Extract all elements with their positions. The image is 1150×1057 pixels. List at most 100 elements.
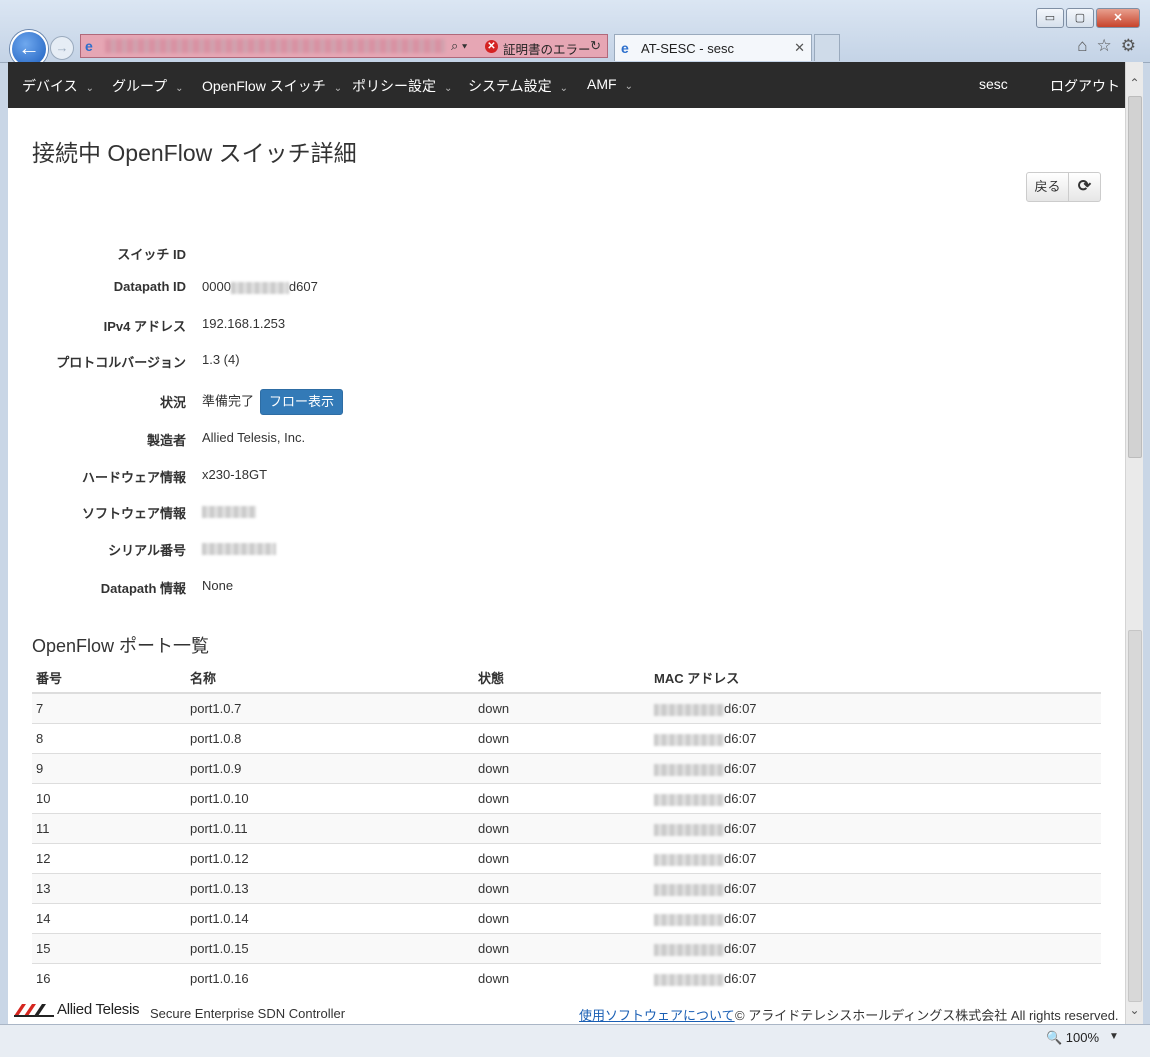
refresh-button[interactable]: ⟳	[1069, 172, 1101, 202]
refresh-icon[interactable]: ↻	[590, 38, 601, 54]
nav-policy[interactable]: ポリシー設定 ⌄	[352, 76, 452, 96]
status-bar: 🔍 100% ▼	[0, 1024, 1150, 1057]
page-content: デバイス ⌄ グループ ⌄ OpenFlow スイッチ ⌄ ポリシー設定 ⌄ システム設…	[8, 62, 1125, 1024]
chevron-down-icon: ⌄	[333, 83, 343, 94]
detail-label: IPv4 アドレス	[103, 319, 186, 334]
maximize-button[interactable]: ▢	[1066, 8, 1094, 28]
col-state[interactable]: 状態	[474, 662, 650, 694]
port-mac: d6:07	[650, 873, 1101, 904]
page-scrollbar[interactable]: ⌃ ⌄	[1125, 62, 1143, 1024]
ie-icon: e	[621, 40, 629, 56]
search-dropdown-icon[interactable]: ⌕ ▾	[451, 38, 467, 54]
mac-suffix: d6:07	[724, 761, 757, 776]
redacted-value	[202, 542, 276, 555]
logo-text: Allied Telesis	[57, 1001, 140, 1018]
nav-label: デバイス	[22, 78, 78, 94]
table-row: 14 port1.0.14 down d6:07	[32, 903, 1101, 934]
detail-value: 1.3 (4)	[202, 352, 240, 367]
mac-suffix: d6:07	[724, 971, 757, 986]
col-name[interactable]: 名称	[186, 662, 474, 694]
port-name: port1.0.10	[186, 783, 474, 814]
chevron-down-icon[interactable]: ▼	[1109, 1031, 1119, 1042]
port-state: down	[474, 783, 650, 814]
redacted-value	[654, 703, 724, 716]
port-mac: d6:07	[650, 813, 1101, 844]
table-row: 10 port1.0.10 down d6:07	[32, 783, 1101, 814]
mac-suffix: d6:07	[724, 791, 757, 806]
redacted-value	[654, 973, 724, 986]
port-name: port1.0.16	[186, 963, 474, 993]
favorites-icon[interactable]: ☆	[1097, 36, 1112, 56]
nav-user[interactable]: sesc	[979, 76, 1008, 92]
forward-button[interactable]: →	[50, 36, 74, 60]
scroll-thumb[interactable]	[1128, 96, 1142, 458]
detail-value: 0000 d607	[202, 279, 318, 294]
port-number: 9	[32, 753, 186, 784]
address-bar[interactable]: e ⌕ ▾ ✕ 証明書のエラー ↻	[80, 34, 608, 58]
new-tab-button[interactable]	[814, 34, 840, 61]
table-row: 12 port1.0.12 down d6:07	[32, 843, 1101, 874]
software-info-link[interactable]: 使用ソフトウェアについて	[579, 1005, 735, 1024]
port-mac: d6:07	[650, 933, 1101, 964]
detail-value	[202, 503, 256, 518]
nav-system[interactable]: システム設定 ⌄	[468, 76, 568, 96]
tab-close-icon[interactable]: ✕	[794, 40, 805, 56]
chevron-down-icon: ⌄	[444, 83, 453, 94]
scroll-up-icon[interactable]: ⌃	[1126, 76, 1143, 93]
port-state: down	[474, 753, 650, 784]
table-row: 16 port1.0.16 down d6:07	[32, 963, 1101, 993]
detail-label: 状況	[159, 395, 186, 410]
home-icon[interactable]: ⌂	[1077, 36, 1087, 56]
nav-openflow-switch[interactable]: OpenFlow スイッチ ⌄	[202, 76, 342, 96]
detail-ipv4: IPv4 アドレス 192.168.1.253	[8, 316, 608, 336]
col-number[interactable]: 番号	[32, 662, 186, 694]
zoom-level[interactable]: 🔍 100%	[1046, 1030, 1099, 1046]
col-mac[interactable]: MAC アドレス	[650, 662, 1101, 694]
product-name: Secure Enterprise SDN Controller	[150, 1006, 346, 1021]
nav-groups[interactable]: グループ ⌄	[112, 76, 184, 96]
port-mac: d6:07	[650, 753, 1101, 784]
detail-label: Datapath ID	[113, 279, 186, 294]
ie-icon: e	[85, 38, 93, 54]
detail-label: 製造者	[146, 433, 186, 448]
tab-title: AT-SESC - sesc	[641, 41, 734, 56]
nav-devices[interactable]: デバイス ⌄	[22, 76, 94, 96]
port-name: port1.0.7	[186, 692, 474, 724]
port-state: down	[474, 843, 650, 874]
port-name: port1.0.11	[186, 813, 474, 844]
detail-label: スイッチ ID	[117, 247, 186, 262]
scroll-track-lower[interactable]	[1128, 630, 1142, 1002]
table-row: 11 port1.0.11 down d6:07	[32, 813, 1101, 844]
datapath-suffix: d607	[288, 279, 318, 294]
close-window-button[interactable]: ✕	[1096, 8, 1140, 28]
datapath-prefix: 0000	[202, 279, 231, 294]
port-mac: d6:07	[650, 903, 1101, 934]
show-flows-button[interactable]: フロー表示	[260, 389, 344, 415]
detail-label: ソフトウェア情報	[81, 506, 186, 521]
minimize-button[interactable]: ▭	[1036, 8, 1064, 28]
port-state: down	[474, 723, 650, 754]
scroll-down-icon[interactable]: ⌄	[1126, 1003, 1143, 1020]
redacted-value	[654, 883, 724, 896]
cert-error-label[interactable]: 証明書のエラー	[503, 39, 591, 58]
detail-value: x230-18GT	[202, 467, 268, 482]
mac-suffix: d6:07	[724, 911, 757, 926]
mac-suffix: d6:07	[724, 821, 757, 836]
allied-telesis-logo: Allied Telesis	[14, 1001, 140, 1018]
detail-label: ハードウェア情報	[81, 470, 186, 485]
detail-datapath-id: Datapath ID 0000 d607	[8, 279, 608, 299]
logout-link[interactable]: ログアウト	[1050, 76, 1120, 96]
browser-tools: ⌂ ☆ ⚙	[1077, 36, 1136, 56]
redacted-value	[654, 823, 724, 836]
back-page-button[interactable]: 戻る	[1026, 172, 1069, 202]
url-text-redacted	[105, 39, 445, 53]
nav-amf[interactable]: AMF ⌄	[587, 76, 633, 92]
cert-error-icon[interactable]: ✕	[485, 40, 498, 53]
browser-tab[interactable]: e AT-SESC - sesc ✕	[614, 34, 812, 61]
port-state: down	[474, 873, 650, 904]
gear-icon[interactable]: ⚙	[1121, 36, 1136, 56]
status-text: 準備完了	[202, 393, 255, 409]
redacted-value	[230, 281, 289, 294]
logo-mark-icon	[14, 1003, 54, 1017]
detail-software: ソフトウェア情報	[8, 503, 608, 523]
